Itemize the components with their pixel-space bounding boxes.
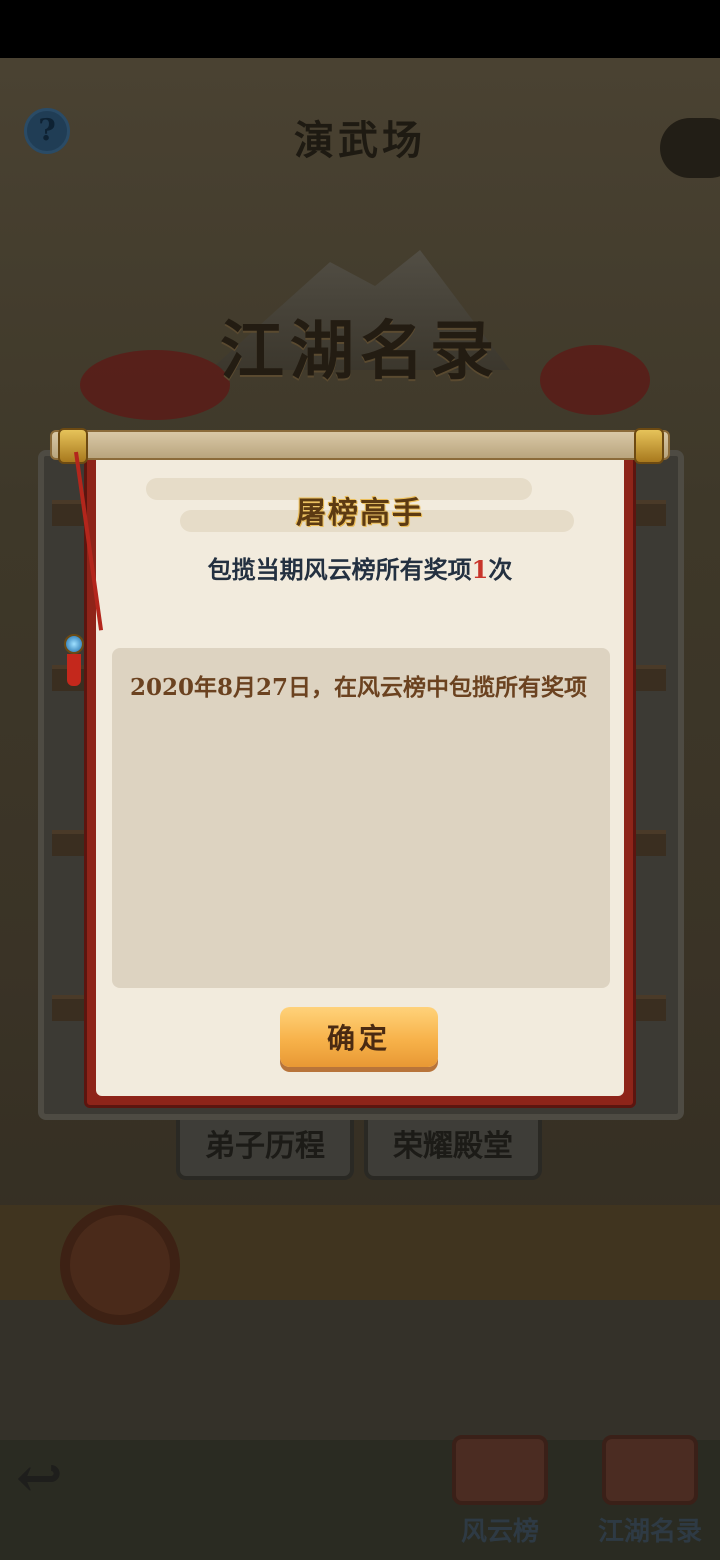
roster-button[interactable]: 江湖名录 [580,1435,720,1555]
top-right-button[interactable] [660,118,720,178]
scroll-rod [50,430,670,460]
subtitle-suffix: 次 [488,555,513,584]
dialog-subtitle: 包揽当期风云榜所有奖项1次 [0,550,720,585]
drum-decoration [60,1205,180,1325]
book-icon [602,1435,698,1505]
tassel-icon [67,654,81,686]
record-entry: 2020年8月27日，在风云榜中包揽所有奖项 [130,674,588,701]
scroll-rod-cap-right [634,428,664,464]
subtitle-count: 1 [471,555,489,584]
roster-label: 江湖名录 [597,1517,702,1547]
dialog-title: 屠榜高手 [296,496,424,531]
tassel-bead-icon [64,634,84,654]
subtitle-text: 包揽当期风云榜所有奖项 [207,555,472,584]
status-bar [0,0,720,58]
tab-disciple-history[interactable]: 弟子历程 [176,1120,354,1180]
scene-title: 演武场 [294,117,426,164]
game-screen: ? 演武场 江湖名录 弟子历程 荣耀殿堂 ↩ 风云榜 江湖名录 屠榜高手 包揽当… [0,0,720,1560]
tab-hall-of-fame[interactable]: 荣耀殿堂 [364,1120,542,1180]
scroll-icon [452,1435,548,1505]
scroll-rod-cap-left [58,428,88,464]
confirm-button[interactable]: 确定 [280,1007,438,1067]
ranking-button[interactable]: 风云榜 [430,1435,570,1555]
ranking-label: 风云榜 [460,1517,539,1547]
back-button[interactable]: ↩ [16,1450,86,1506]
top-bar: ? 演武场 [0,78,720,178]
board-title: 江湖名录 [220,314,500,389]
